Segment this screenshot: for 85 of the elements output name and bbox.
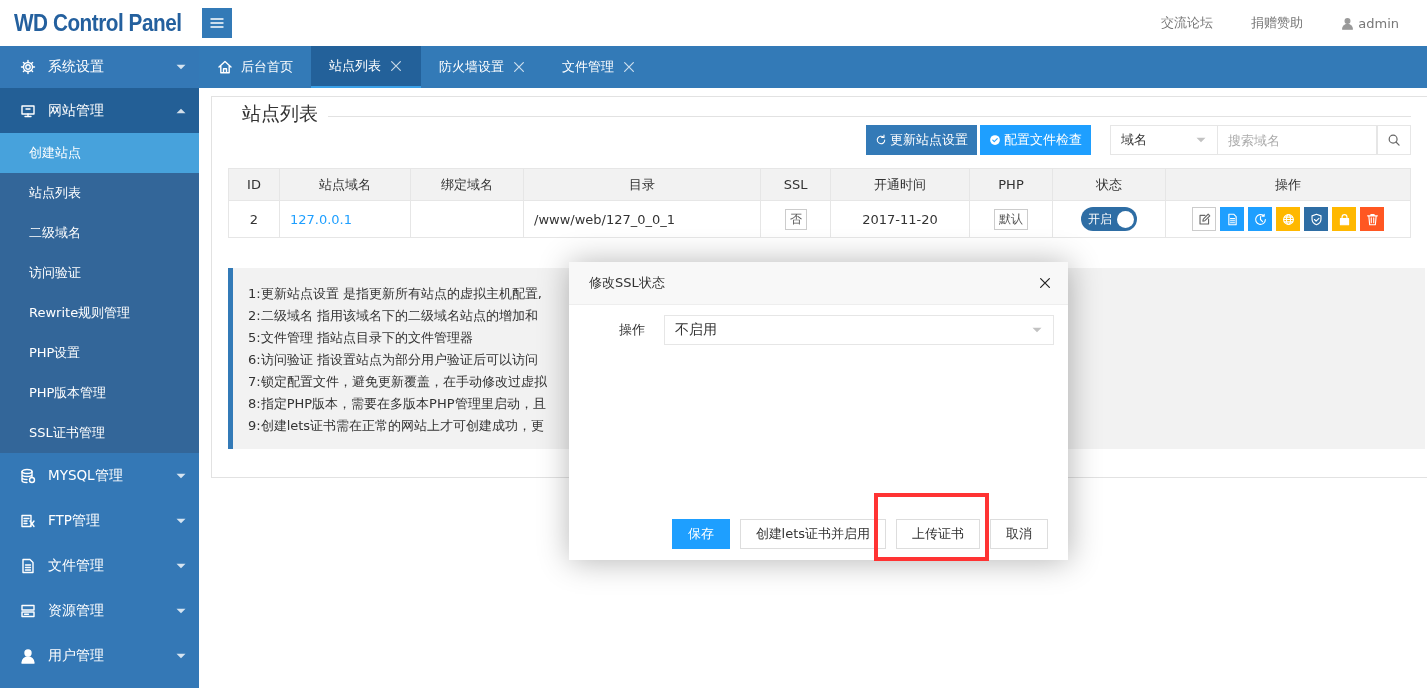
document-icon [20,557,36,574]
globe-icon [1281,212,1295,226]
trash-icon [1365,212,1379,226]
user-icon [20,647,36,664]
sidebar-group[interactable]: FTP管理 [0,498,199,543]
sidebar-group[interactable]: MYSQL管理 [0,453,199,498]
check-circle-icon [989,134,1001,146]
sidebar-group[interactable]: 文件管理 [0,543,199,588]
search-button[interactable] [1377,125,1411,155]
dialog-button[interactable]: 保存 [671,519,730,549]
table-cell: 2 [228,200,280,238]
tab[interactable]: 文件管理 [544,46,654,88]
user-icon [1341,16,1355,30]
edit-button[interactable] [1192,207,1216,231]
search-type-select[interactable]: 域名 [1110,125,1218,155]
column-header: 目录 [523,168,761,201]
toolbar-button[interactable]: 配置文件检查 [980,125,1091,155]
tip-text: 7:锁定配置文件，避免更新覆盖，在手动修改过虚拟 [248,373,547,391]
column-header: 站点域名 [279,168,411,201]
edit-icon [1197,212,1211,226]
status-toggle[interactable]: 开启 [1081,207,1137,231]
sidebar-item[interactable]: PHP设置 [0,333,199,373]
trash-button[interactable] [1360,207,1384,231]
tip-text: 8:指定PHP版本，需要在多版本PHP管理里启动，且 [248,395,546,413]
gear-icon [20,59,36,75]
ssl-action-select[interactable]: 不启用 [664,315,1054,345]
tip-text: 9:创建lets证书需在正常的网站上才可创建成功，更 [248,417,545,435]
shield-icon [1309,212,1323,226]
clock-button[interactable] [1248,207,1272,231]
tip-text: 6:访问验证 指设置站点为部分用户验证后可以访问 [248,351,538,369]
dialog-button[interactable]: 创建lets证书并启用 [739,519,886,549]
search-icon [1387,133,1401,147]
dialog-title: 修改SSL状态 [589,274,665,292]
column-header: 绑定域名 [410,168,524,201]
shield-button[interactable] [1304,207,1328,231]
document-button[interactable] [1220,207,1244,231]
php-version-button[interactable]: 默认 [994,208,1028,230]
lock-icon [1337,212,1351,226]
tab[interactable]: 站点列表 [311,46,421,88]
refresh-icon [875,134,887,146]
column-header: SSL [760,168,831,201]
panel-title: 站点列表 [241,101,319,126]
column-header: PHP [969,168,1053,201]
header-link[interactable]: 捐赠赞助 [1251,14,1304,32]
sidebar-group[interactable]: 用户管理 [0,633,199,678]
sidebar-item[interactable]: 创建站点 [0,133,199,173]
sidebar-item[interactable]: SSL证书管理 [0,413,199,453]
search-field[interactable]: 搜索域名 [1218,125,1377,155]
close-icon[interactable] [1038,276,1052,290]
header-link[interactable]: 交流论坛 [1161,14,1214,32]
sidebar-item[interactable]: 访问验证 [0,253,199,293]
tab[interactable]: 防火墙设置 [421,46,544,88]
menu-button[interactable] [202,8,233,38]
tip-text: 5:文件管理 指站点目录下的文件管理器 [248,329,473,347]
database-icon [20,467,36,484]
server-icon [20,602,36,619]
ftp-icon [20,512,36,529]
dialog-button[interactable]: 上传证书 [896,519,980,549]
table-cell: 2017-11-20 [830,200,970,238]
sidebar-group[interactable]: 资源管理 [0,588,199,633]
field-label: 操作 [619,321,646,339]
sidebar-item[interactable]: 站点列表 [0,173,199,213]
menu-icon [209,15,226,31]
column-header: ID [228,168,280,201]
user-link[interactable]: admin [1358,15,1399,31]
tip-text: 2:二级域名 指用该域名下的二级域名站点的增加和 [248,307,538,325]
tip-text: 1:更新站点设置 是指更新所有站点的虚拟主机配置, [248,285,542,303]
ssl-button[interactable]: 否 [784,208,807,230]
dialog-button[interactable]: 取消 [990,519,1048,549]
toolbar-button[interactable]: 更新站点设置 [866,125,977,155]
sidebar-item[interactable]: 二级域名 [0,213,199,253]
sidebar-item[interactable]: Rewrite规则管理 [0,293,199,333]
column-header: 操作 [1165,168,1411,201]
column-header: 状态 [1052,168,1166,201]
monitor-icon [20,102,36,119]
logo: WD Control Panel [14,9,182,37]
document-icon [1225,212,1239,226]
sidebar-item[interactable]: PHP版本管理 [0,373,199,413]
clock-icon [1253,212,1267,226]
sidebar-group[interactable]: 网站管理 [0,88,199,133]
sidebar-group[interactable]: 系统设置 [0,46,199,88]
tab[interactable]: 后台首页 [199,46,311,88]
column-header: 开通时间 [830,168,970,201]
home-icon [217,59,233,75]
table-cell: /www/web/127_0_0_1 [523,200,761,238]
